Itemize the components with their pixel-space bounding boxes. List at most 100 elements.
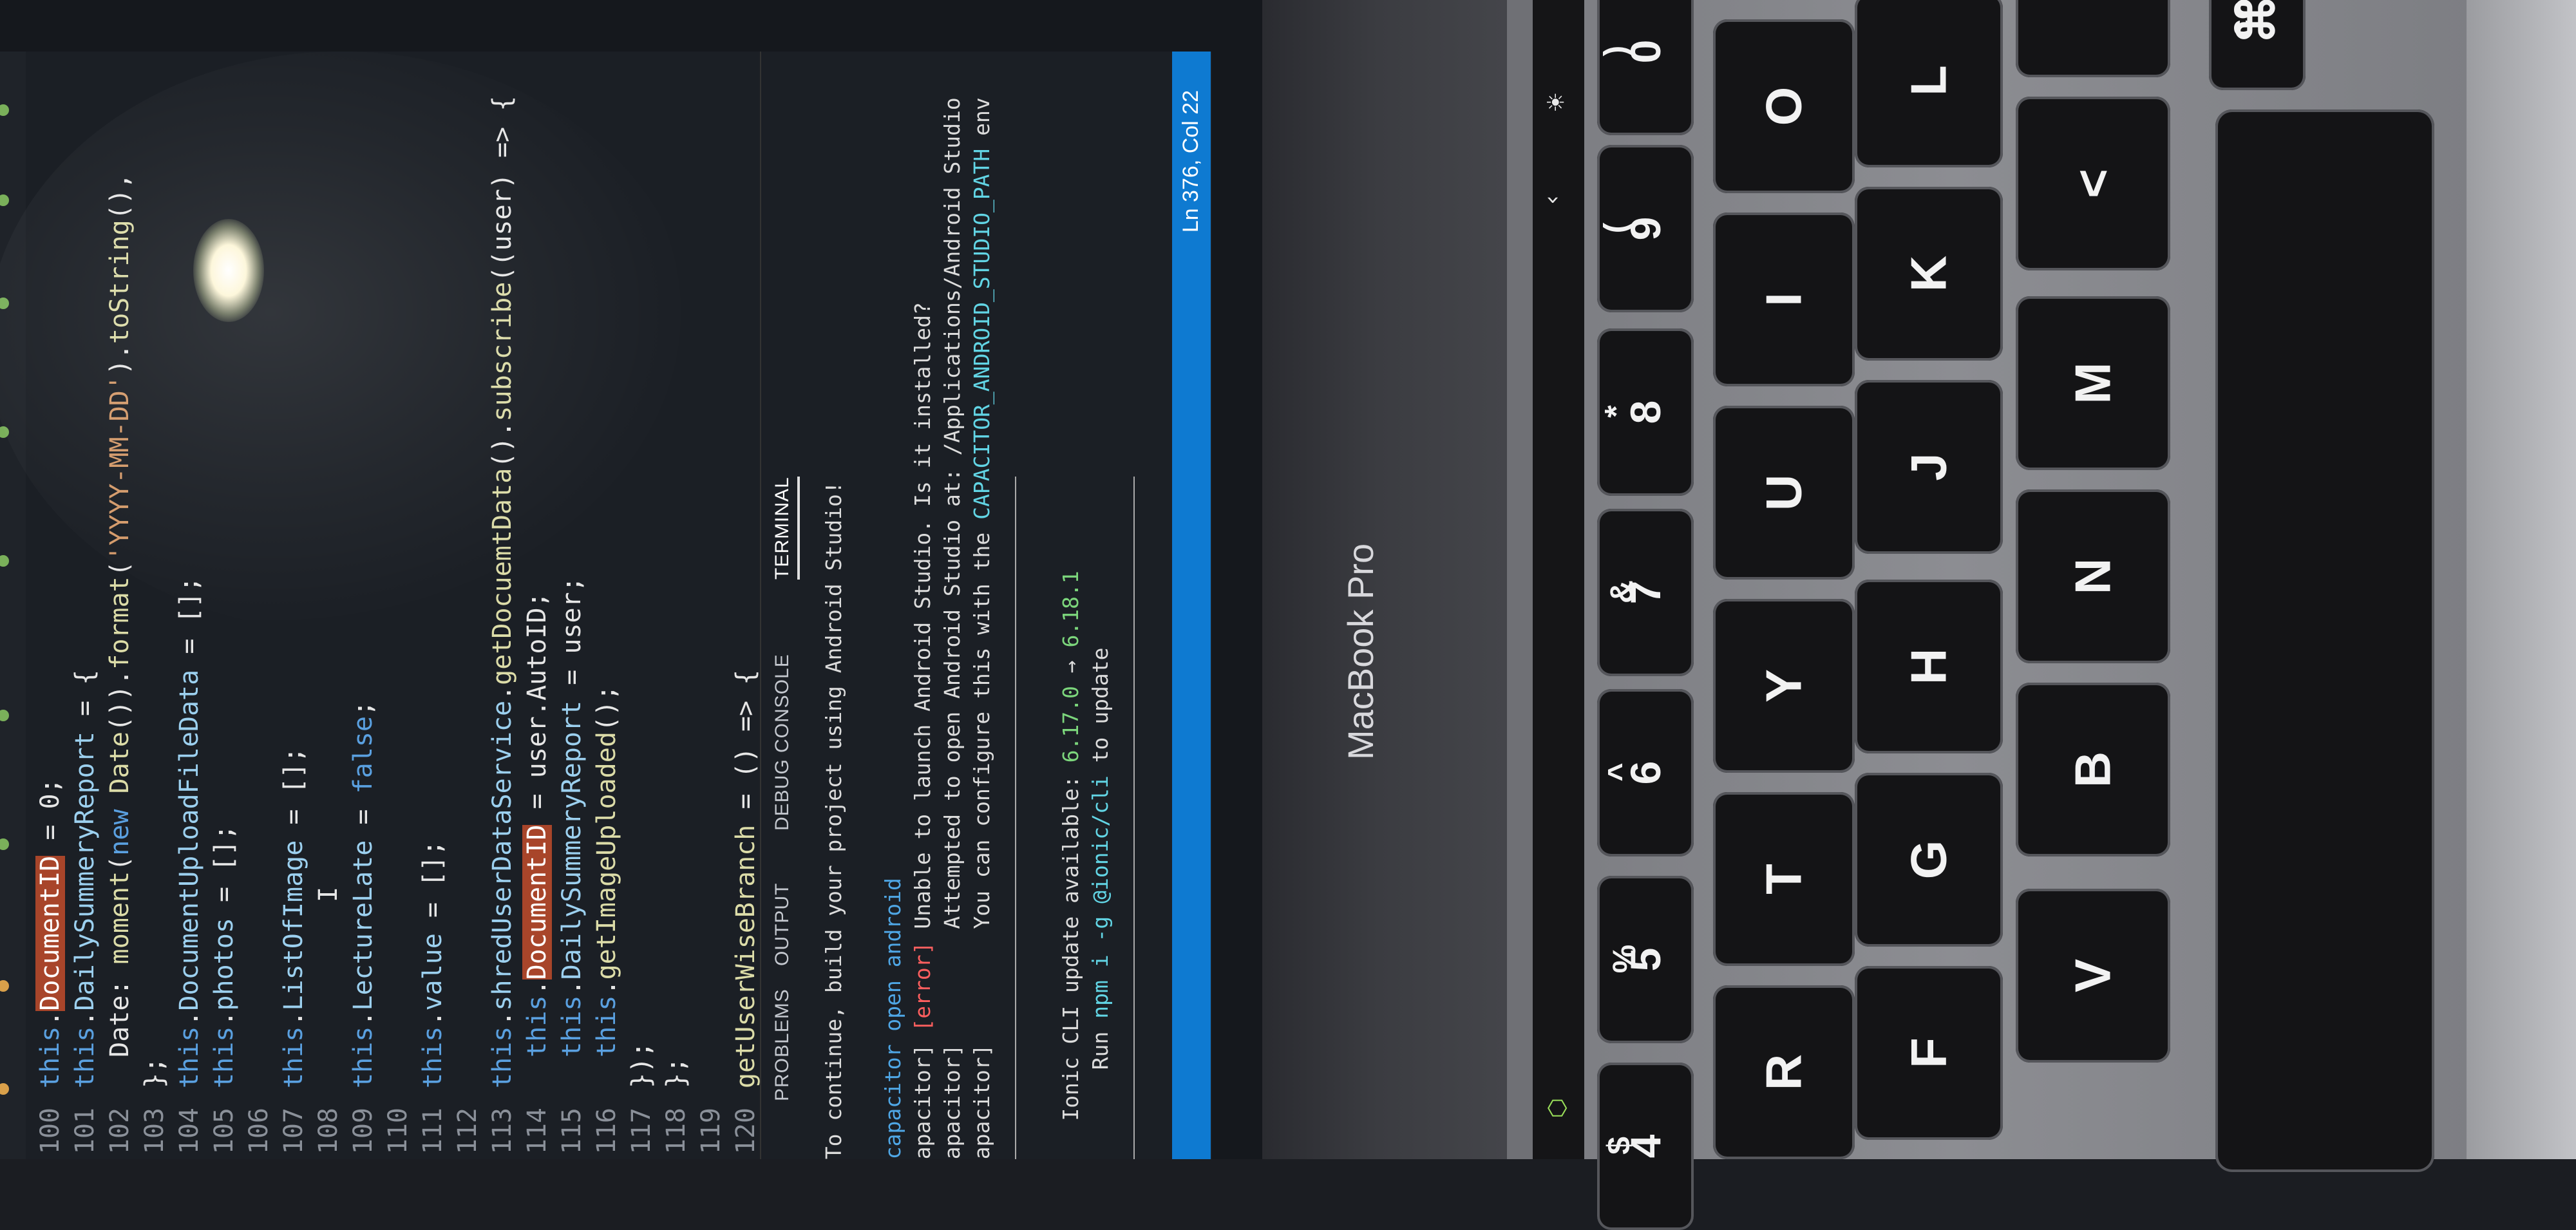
- line-number: 115: [557, 1108, 587, 1155]
- key-⌘[interactable]: ⌘ co: [2209, 0, 2306, 90]
- line-number: 116: [592, 1108, 621, 1155]
- key-B[interactable]: B: [2016, 683, 2170, 856]
- key-V[interactable]: V: [2016, 889, 2170, 1063]
- code-line[interactable]: 110: [380, 52, 416, 1159]
- code-line[interactable]: 106: [241, 52, 277, 1159]
- code-text[interactable]: this.DocumentID = 0;: [32, 778, 68, 1088]
- key-U[interactable]: U: [1713, 406, 1855, 580]
- key-Y[interactable]: Y: [1713, 599, 1855, 773]
- gutter-marker: [0, 104, 9, 116]
- key-F[interactable]: F: [1855, 966, 2003, 1140]
- code-editor[interactable]: 100 this.DocumentID = 0; 101 this.DailySumm…: [26, 52, 761, 1159]
- code-line[interactable]: 101 this.DailySummeryReport = {: [67, 52, 103, 1159]
- key-M[interactable]: M: [2016, 296, 2170, 470]
- line-number: 105: [209, 1108, 239, 1155]
- line-number: 100: [35, 1108, 65, 1155]
- key-5[interactable]: 5%: [1597, 876, 1694, 1043]
- code-line[interactable]: 102 Date: moment(new Date()).format('YYY…: [102, 52, 138, 1159]
- code-line[interactable]: 116 this.getImageUploaded();: [589, 52, 625, 1159]
- spacebar-key[interactable]: [2215, 109, 2434, 1172]
- key-G[interactable]: G: [1855, 773, 2003, 947]
- code-text[interactable]: this.LectureLate = false;: [345, 701, 381, 1088]
- code-line[interactable]: 112: [450, 52, 486, 1159]
- sun-icon[interactable]: ☀: [1545, 90, 1566, 117]
- code-line[interactable]: 115 this.DailySummeryReport = user;: [554, 52, 590, 1159]
- key-L[interactable]: L: [1855, 0, 2003, 167]
- touch-bar-icons: ⬡ ‹ ☀: [1539, 0, 1581, 1159]
- code-text[interactable]: this.DocumentID = user.AutoID;: [519, 592, 555, 1088]
- line-number: 117: [627, 1108, 656, 1155]
- key-7[interactable]: 7 &: [1597, 509, 1694, 676]
- code-line[interactable]: 108 I: [310, 52, 346, 1159]
- code-text[interactable]: };: [137, 1057, 173, 1088]
- code-text[interactable]: this.DocumentUploadFileData = [];: [171, 576, 207, 1088]
- terminal-separator: [1133, 477, 1135, 1159]
- code-text[interactable]: I: [310, 887, 346, 1088]
- key-J[interactable]: J: [1855, 380, 2003, 554]
- code-line[interactable]: 113 this.shredUserDataService.getDocuemtD…: [484, 52, 520, 1159]
- code-line[interactable]: 105 this.photos = [];: [206, 52, 242, 1159]
- tab-terminal[interactable]: TERMINAL: [772, 477, 800, 580]
- brightness-icon[interactable]: ⬡: [1544, 1098, 1571, 1118]
- line-number: 102: [105, 1108, 135, 1155]
- git-gutter: [0, 52, 26, 1159]
- tab-problems[interactable]: PROBLEMS: [772, 989, 793, 1101]
- terminal-line: > capacitor open android: [880, 878, 905, 1159]
- code-text[interactable]: this.DailySummeryReport = {: [67, 670, 103, 1088]
- screen: 100 this.DocumentID = 0; 101 this.DailySumm…: [0, 0, 1262, 1159]
- code-text[interactable]: this.photos = [];: [206, 825, 242, 1088]
- code-text[interactable]: Date: moment(new Date()).format('YYYY-MM…: [102, 173, 138, 1088]
- key-H[interactable]: H: [1855, 580, 2003, 753]
- key-I[interactable]: I: [1713, 213, 1855, 386]
- code-text[interactable]: this.DailySummeryReport = user;: [554, 576, 590, 1088]
- gutter-marker: [0, 555, 9, 567]
- code-text[interactable]: };: [658, 1057, 694, 1088]
- cursor-position[interactable]: Ln 376, Col 22: [1179, 90, 1204, 232]
- line-number: 104: [175, 1108, 204, 1155]
- panel-tabs: PROBLEMS OUTPUT DEBUG CONSOLE TERMINAL: [761, 52, 813, 1159]
- code-text[interactable]: this.ListOfImage = [];: [276, 747, 312, 1088]
- key-8[interactable]: 8 *: [1597, 328, 1694, 496]
- gutter-marker: [0, 980, 9, 992]
- key-blank[interactable]: [2016, 0, 2170, 77]
- key-9[interactable]: 9(: [1597, 145, 1694, 312]
- line-number: 109: [348, 1108, 378, 1155]
- chevron-left-icon[interactable]: ‹: [1539, 195, 1566, 204]
- line-number: 119: [696, 1108, 726, 1155]
- code-line[interactable]: 119: [693, 52, 729, 1159]
- key-O[interactable]: O: [1713, 19, 1855, 193]
- key-R[interactable]: R: [1713, 985, 1855, 1159]
- code-line[interactable]: 103};: [137, 52, 173, 1159]
- code-line[interactable]: 114 this.DocumentID = user.AutoID;: [519, 52, 555, 1159]
- tab-output[interactable]: OUTPUT: [772, 883, 793, 966]
- code-line[interactable]: 104 this.DocumentUploadFileData = [];: [171, 52, 207, 1159]
- line-number: 108: [314, 1108, 343, 1155]
- line-number: 113: [488, 1108, 517, 1155]
- code-line[interactable]: 118};: [658, 52, 694, 1159]
- bottom-panel: PROBLEMS OUTPUT DEBUG CONSOLE TERMINAL To c…: [760, 52, 1212, 1159]
- line-number: 103: [140, 1108, 169, 1155]
- code-text[interactable]: getUserWiseBranch = () => {: [728, 670, 764, 1088]
- key-0[interactable]: 0): [1597, 0, 1694, 135]
- code-text[interactable]: this.value = [];: [415, 840, 451, 1088]
- key-K[interactable]: K: [1855, 187, 2003, 361]
- key-6[interactable]: 6 ^: [1597, 689, 1694, 856]
- status-bar: Ln 376, Col 22: [1172, 52, 1211, 1159]
- code-text[interactable]: this.shredUserDataService.getDocuemtData…: [484, 96, 520, 1088]
- laptop-edge: [2467, 0, 2576, 1159]
- code-line[interactable]: 120 getUserWiseBranch = () => {: [728, 52, 764, 1159]
- key-N[interactable]: N: [2016, 489, 2170, 663]
- code-text[interactable]: });: [623, 1042, 659, 1088]
- key-4[interactable]: 4 $: [1597, 1063, 1694, 1230]
- code-line[interactable]: 109 this.LectureLate = false;: [345, 52, 381, 1159]
- key-T[interactable]: T: [1713, 792, 1855, 966]
- code-line[interactable]: 100 this.DocumentID = 0;: [32, 52, 68, 1159]
- code-text[interactable]: this.getImageUploaded();: [589, 685, 625, 1088]
- code-line[interactable]: 107 this.ListOfImage = [];: [276, 52, 312, 1159]
- code-line[interactable]: 111 this.value = [];: [415, 52, 451, 1159]
- tab-debug-console[interactable]: DEBUG CONSOLE: [772, 654, 793, 831]
- key-<[interactable]: <: [2016, 97, 2170, 270]
- line-number: 112: [453, 1108, 482, 1155]
- gutter-marker: [0, 1083, 9, 1095]
- code-line[interactable]: 117});: [623, 52, 659, 1159]
